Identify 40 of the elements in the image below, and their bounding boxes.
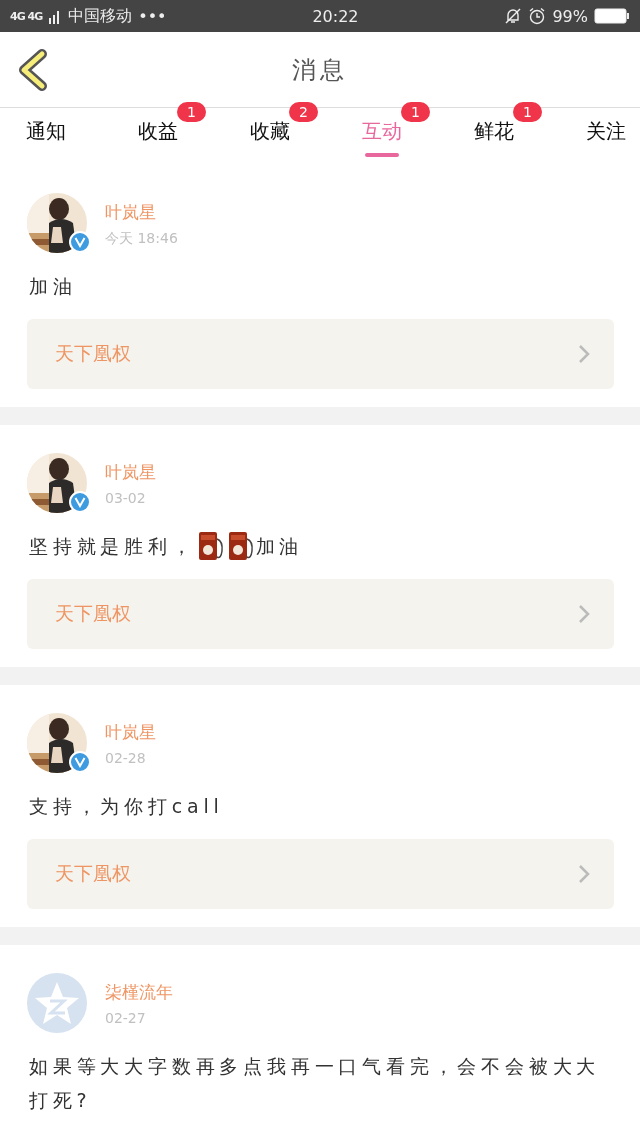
alarm-icon [528, 7, 547, 25]
battery-percent: 99% [552, 6, 588, 26]
user-name[interactable]: 柒槿流年 [105, 981, 173, 1004]
fuel-pump-icon [227, 531, 254, 561]
message-time: 02-27 [105, 1010, 147, 1026]
message-text: 加油 [29, 274, 77, 299]
battery-icon [594, 8, 630, 24]
message-text: 支持，为你打call [29, 794, 224, 819]
count-badge: 1 [177, 102, 206, 122]
count-badge: 1 [401, 102, 430, 122]
network-indicator: 4G 4G [10, 9, 43, 23]
bell-muted-icon [504, 7, 523, 25]
message-time: 03-02 [105, 490, 147, 506]
chevron-right-icon [578, 864, 590, 884]
book-link[interactable]: 天下凰权 [27, 579, 614, 649]
message-time: 02-28 [105, 750, 147, 766]
chevron-right-icon [578, 604, 590, 624]
page-title: 消息 [292, 54, 348, 86]
message-time: 今天 18:46 [105, 230, 178, 248]
tab[interactable]: 鲜花 [474, 108, 514, 165]
message-text: 坚持就是胜利， [29, 534, 196, 559]
message-text: 如果等大大字数再多点我再一口气看完，会不会被大大打死? [29, 1054, 602, 1113]
clock: 20:22 [312, 6, 359, 26]
tab[interactable]: 收益 [138, 108, 178, 165]
carrier-name: 中国移动 [68, 5, 133, 27]
user-name[interactable]: 叶岚星 [105, 721, 156, 744]
count-badge: 1 [513, 102, 542, 122]
fuel-pump-icon [197, 531, 224, 561]
user-name[interactable]: 叶岚星 [105, 461, 156, 484]
count-badge: 2 [289, 102, 318, 122]
more-indicator: ••• [138, 6, 167, 26]
book-link[interactable]: 天下凰权 [27, 319, 614, 389]
tab[interactable]: 互动 [362, 108, 402, 165]
tab[interactable]: 收藏 [250, 108, 290, 165]
tab[interactable]: 关注 [586, 108, 626, 165]
tab[interactable]: 通知 [26, 108, 66, 165]
user-name[interactable]: 叶岚星 [105, 201, 178, 224]
chevron-right-icon [578, 344, 590, 364]
book-link[interactable]: 天下凰权 [27, 839, 614, 909]
message-text: 加油 [255, 534, 304, 559]
